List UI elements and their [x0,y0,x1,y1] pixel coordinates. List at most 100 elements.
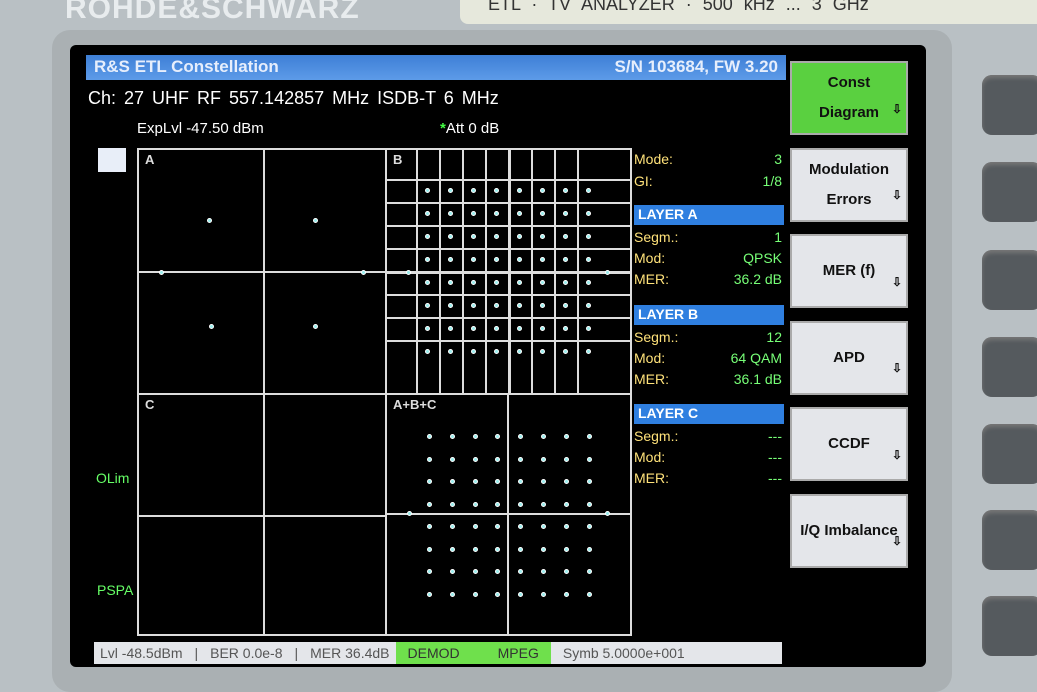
constellation-point [207,218,212,223]
param-value: 1/8 [762,173,782,189]
constellation-point [586,479,592,484]
constellation-point [518,569,524,574]
constellation-point [586,501,592,507]
constellation-point [563,546,569,552]
constellation-point [425,349,430,354]
softkey-i-q-imbalance[interactable]: I/Q Imbalance ⇩ [790,493,908,568]
constellation-point [586,211,591,216]
constellation-point [517,211,522,216]
constellation-point [495,501,501,507]
constellation-point [449,569,455,574]
constellation-point [448,211,453,216]
status-level: Lvl -48.5dBm [100,645,183,661]
layer-header: LAYER A [634,205,784,225]
constellation-point [427,434,432,439]
constellation-point [472,546,478,552]
softkey-ccdf[interactable]: CCDF ⇩ [790,407,908,481]
constellation-point [517,234,522,239]
constellation-point [471,188,476,193]
constellation-point [541,524,546,529]
param-key: Segm.: [634,428,679,444]
constellation-point [541,501,546,507]
constellation-point [518,546,524,552]
hardware-key[interactable] [982,337,1037,397]
softkey-label: APD [833,348,865,366]
constellation-point [495,479,501,484]
constellation-point [517,303,522,308]
constellation-point [495,434,501,439]
constellation-point [563,591,569,597]
demod-indicator: DEMOD [407,645,460,661]
constellation-point [517,349,522,354]
constellation-panel-c: C [137,393,387,636]
param-key: Mod: [634,449,666,465]
constellation-point [494,234,499,239]
constellation-point [313,218,318,223]
constellation-point [541,479,546,484]
expected-level: ExpLvl -47.50 dBm [137,120,264,137]
constellation-point [540,280,545,285]
channel-info: Ch: 27 UHF RF 557.142857 MHz ISDB-T 6 MH… [88,88,499,108]
constellation-panel-b: B [385,148,632,395]
constellation-point [209,324,214,329]
constellation-point [449,546,455,552]
hardware-key[interactable] [982,75,1037,135]
constellation-point [427,456,432,462]
hardware-key[interactable] [982,162,1037,222]
constellation-point [425,234,430,239]
constellation-point [427,569,432,574]
layer-mod-row: Mod: --- [634,449,782,465]
panel-label: A [145,152,155,167]
param-key: Segm.: [634,229,679,245]
constellation-point [563,326,568,331]
constellation-point [472,434,478,439]
softkey-label: Modulation Errors [809,160,889,208]
softkey-const-diagram[interactable]: Const Diagram ⇩ [790,61,908,135]
param-value: --- [768,428,782,444]
softkey-label: CCDF [828,435,870,452]
layer-header: LAYER C [634,404,784,424]
constellation-point [541,456,546,462]
mode-row: Mode: 3 [634,151,782,167]
constellation-point [495,524,501,529]
constellation-point [518,501,524,507]
layer-mod-row: Mod: 64 QAM [634,350,782,366]
param-value: QPSK [743,250,782,266]
hardware-key[interactable] [982,510,1037,570]
hardware-key[interactable] [982,424,1037,484]
softkey-mer-f-[interactable]: MER (f) ⇩ [790,234,908,308]
constellation-point [563,434,569,439]
constellation-point [563,280,568,285]
constellation-point [472,569,478,574]
attenuation: *Att 0 dB [440,120,499,137]
marker-checkbox[interactable] [98,148,126,172]
separator: | [194,645,199,661]
status-ber: BER 0.0e-8 [210,645,283,661]
hardware-key[interactable] [982,250,1037,310]
layer-mod-row: Mod: QPSK [634,250,782,266]
constellation-point [448,280,453,285]
constellation-point [495,569,501,574]
constellation-point [471,257,476,262]
constellation-point [449,479,455,484]
arrow-down-icon: ⇩ [891,361,902,376]
constellation-point [472,524,478,529]
constellation-point [471,234,476,239]
param-value: 36.1 dB [733,371,782,387]
layer-segm-row: Segm.: 12 [634,329,782,345]
softkey-apd[interactable]: APD ⇩ [790,320,908,395]
constellation-point [471,211,476,216]
constellation-panel-abc: A+B+C [385,393,632,636]
softkey-modulation-errors[interactable]: Modulation Errors ⇩ [790,147,908,222]
constellation-point [471,280,476,285]
arrow-down-icon: ⇩ [891,534,902,549]
hardware-key[interactable] [982,596,1037,656]
constellation-point [586,349,591,354]
constellation-point [541,591,546,597]
softkey-label: I/Q Imbalance [800,521,898,539]
constellation-point [425,280,430,285]
constellation-point [471,326,476,331]
constellation-point [517,280,522,285]
softkey-label: Const Diagram [818,74,880,121]
constellation-point [159,270,164,275]
